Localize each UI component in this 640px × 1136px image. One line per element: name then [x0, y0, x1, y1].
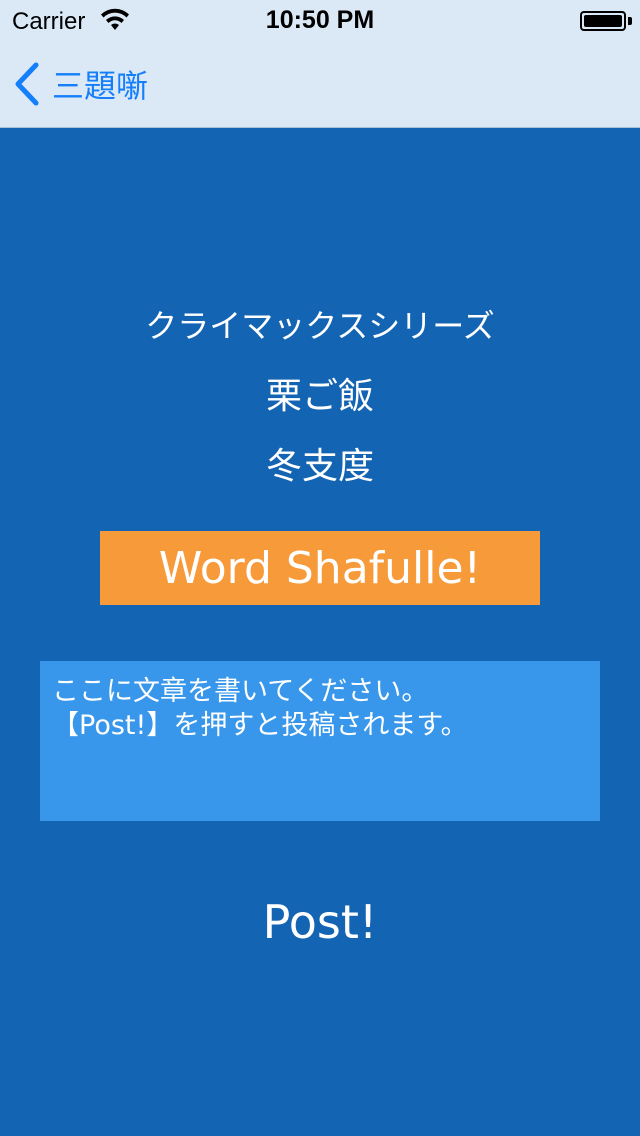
word-shuffle-button[interactable]: Word Shafulle!	[100, 531, 540, 605]
back-button-label: 三題噺	[52, 67, 149, 105]
chevron-left-icon	[15, 62, 39, 106]
status-bar: Carrier 10:50 PM	[0, 0, 640, 40]
post-button[interactable]: Post!	[200, 887, 440, 957]
battery-icon	[580, 11, 626, 31]
main-content: クライマックスシリーズ 栗ご飯 冬支度 Word Shafulle! ここに文章…	[0, 129, 640, 1136]
word-3: 冬支度	[265, 446, 374, 487]
status-time: 10:50 PM	[265, 6, 375, 34]
navigation-bar: Carrier 10:50 PM 三題噺	[0, 0, 640, 128]
battery-tip	[628, 17, 632, 25]
post-text-area[interactable]: ここに文章を書いてください。 【Post!】を押すと投稿されます。	[40, 661, 600, 821]
word-1: クライマックスシリーズ	[145, 307, 495, 345]
back-button[interactable]: 三題噺	[12, 58, 148, 110]
word-2: 栗ご飯	[265, 376, 374, 417]
